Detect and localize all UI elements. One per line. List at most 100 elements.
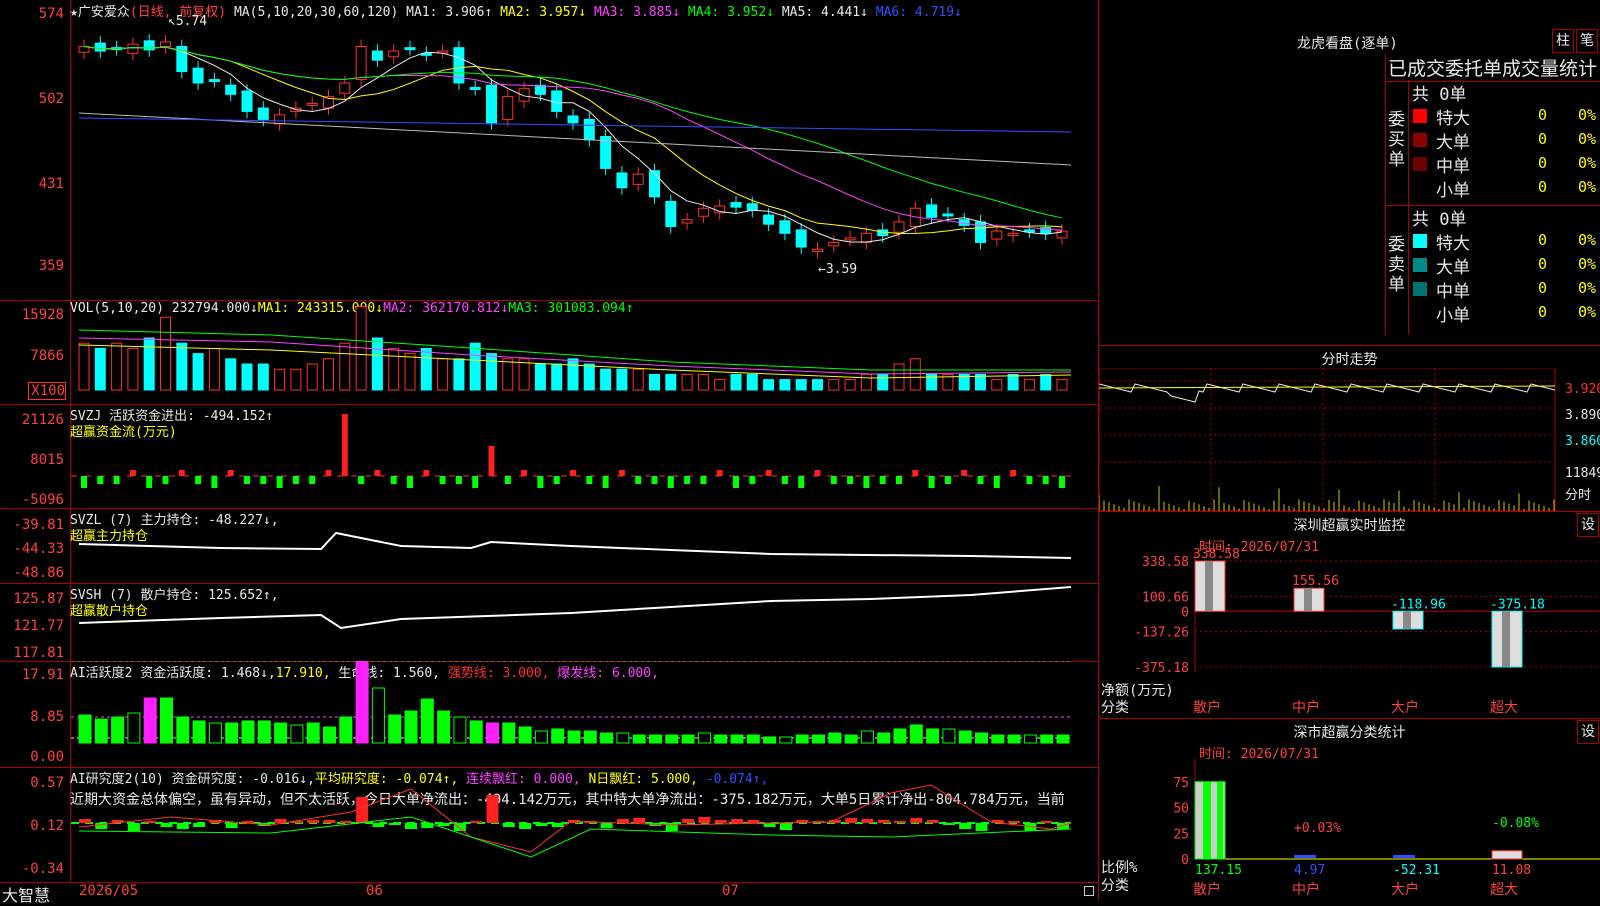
ai-research-chart[interactable]	[71, 767, 1098, 882]
date-label: 2026/05	[79, 883, 139, 899]
volume-bar	[111, 342, 123, 391]
ai-activity-chart[interactable]	[71, 661, 1098, 767]
activity-bar	[681, 734, 695, 744]
ai1-y-axis: 17.91 8.85 0.00	[0, 661, 71, 767]
candle-body	[926, 204, 938, 218]
activity-bar	[192, 720, 206, 744]
kline-y-axis: 574 502 431 359	[0, 0, 71, 300]
flow-bar	[765, 470, 772, 476]
y-label: 121.77	[13, 618, 64, 634]
svzj-panel[interactable]: 21126 8015 -5096 SVZJ 活跃资金进出: -494.152↑ …	[0, 404, 1098, 509]
svzl-chart[interactable]	[71, 508, 1098, 583]
order-row-value: 0	[1538, 106, 1548, 124]
order-color-swatch	[1413, 258, 1427, 272]
candle-body	[746, 203, 758, 212]
monitor-category-label: 中户	[1292, 699, 1320, 716]
volume-bar	[290, 368, 302, 391]
candle-body	[828, 241, 840, 247]
monitor-value-label: 338.58	[1193, 547, 1240, 562]
fenshi-chart[interactable]	[1099, 368, 1600, 511]
flow-bar	[651, 476, 658, 484]
volume-panel[interactable]: 15928 7866 X100 VOL(5,10,20) 232794.000↓…	[0, 300, 1098, 405]
lhb-tabs[interactable]: 已成交委托单成交量统计	[1385, 54, 1600, 82]
y-label: -0.34	[21, 861, 64, 877]
flow-bar	[276, 476, 283, 488]
order-row-pct: 0%	[1578, 303, 1597, 321]
classify-category-label: 中户	[1292, 881, 1320, 898]
order-color-swatch	[1413, 133, 1427, 147]
research-bar	[682, 819, 695, 823]
flow-bar	[244, 476, 250, 484]
kline-chart[interactable]	[71, 18, 1098, 300]
order-row-label: 中单	[1436, 282, 1470, 302]
classify-bar	[1294, 855, 1316, 858]
buy-orders: 委买单 共 0单 特大 0 0% 大单 0 0% 中单 0 0% 小单 0 0%	[1385, 80, 1600, 206]
retail-holding-line	[78, 586, 1072, 630]
bar-mode-button[interactable]: 柱	[1552, 29, 1574, 53]
fenshi-y-label: 3.890	[1565, 408, 1600, 423]
candle-body	[681, 219, 693, 224]
svsh-panel[interactable]: 125.87 121.77 117.81 SVSH (7) 散户持仓: 125.…	[0, 583, 1098, 662]
flow-bar	[1010, 470, 1017, 476]
tick-mode-button[interactable]: 笔	[1576, 29, 1598, 53]
svsh-chart[interactable]	[71, 583, 1098, 661]
activity-bar	[502, 722, 516, 744]
ai-activity-panel[interactable]: 17.91 8.85 0.00 AI活跃度2 资金活跃度: 1.468↓,17.…	[0, 661, 1098, 768]
fenshi-y-label: 3.920	[1565, 382, 1600, 397]
y-label: 125.87	[13, 591, 64, 607]
ai-research-panel[interactable]: 0.57 0.12 -0.34 AI研究度2(10) 资金研究度: -0.016…	[0, 767, 1098, 883]
research-bar	[926, 820, 939, 823]
candle-body	[225, 84, 237, 95]
volume-bar	[469, 342, 481, 391]
order-row-pct: 0%	[1578, 279, 1597, 297]
activity-bar	[958, 730, 972, 744]
volume-bar	[714, 379, 726, 391]
y-label: 8015	[30, 452, 64, 468]
fenshi-panel[interactable]: 分时走势 3.920 3.890 3.860 11849 分时	[1099, 346, 1600, 512]
volume-bar	[795, 379, 807, 391]
svzj-chart[interactable]	[71, 404, 1098, 508]
flow-bar	[472, 476, 479, 488]
classify-y-label: 75	[1173, 776, 1189, 791]
volume-bar	[665, 373, 677, 391]
volume-bar	[828, 379, 840, 391]
volume-chart[interactable]	[71, 300, 1098, 404]
volume-bar	[763, 379, 775, 391]
flow-bar	[977, 476, 984, 484]
classify-value-label: -52.31	[1393, 863, 1440, 878]
fenshi-unit: 分时	[1565, 488, 1592, 503]
sell-side-label: 委卖单	[1388, 235, 1405, 295]
volume-bar	[1023, 379, 1035, 391]
flow-bar	[1059, 476, 1065, 488]
svzl-panel[interactable]: -39.81 -44.33 -48.86 SVZL (7) 主力持仓: -48.…	[0, 508, 1098, 584]
research-bar	[535, 823, 548, 826]
activity-bar	[567, 730, 581, 744]
low-mark: ←3.59	[818, 262, 858, 277]
order-row-label: 大单	[1436, 133, 1470, 153]
kline-panel[interactable]: 574 502 431 359 ★广安爱众(日线, 前复权) MA(5,10,2…	[0, 0, 1098, 301]
volume-bar	[632, 368, 644, 391]
candle-body	[763, 214, 775, 225]
research-bar	[665, 823, 678, 831]
candle-body	[665, 200, 677, 227]
activity-bar	[730, 734, 744, 744]
activity-bar	[600, 732, 614, 744]
volume-bar	[600, 368, 612, 391]
activity-bar	[975, 732, 988, 744]
order-row-value: 0	[1538, 303, 1548, 321]
candle-body	[730, 202, 742, 208]
volume-bar	[844, 379, 856, 391]
monitor-bar-shade	[1304, 588, 1312, 612]
activity-bar	[241, 720, 255, 744]
classify-y-label: 50	[1173, 802, 1189, 817]
lock-icon[interactable]	[1084, 886, 1094, 896]
order-row-value: 0	[1538, 255, 1548, 273]
candle-body	[355, 46, 367, 81]
volume-bar	[877, 373, 889, 391]
high-mark: ↖5.74	[168, 14, 208, 29]
classify-bar-stripe	[1203, 781, 1211, 859]
activity-bar	[160, 697, 173, 744]
volume-bar	[241, 363, 253, 391]
order-row-pct: 0%	[1578, 130, 1597, 148]
volume-bar	[274, 368, 286, 391]
